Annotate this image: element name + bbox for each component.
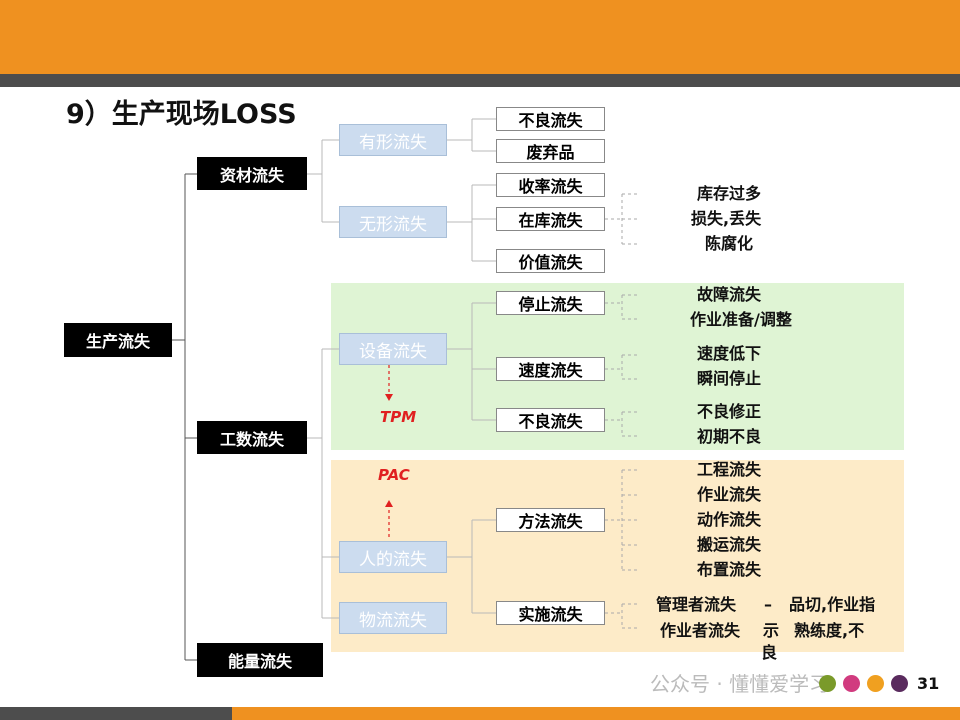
- production-loss-node: 生产流失: [64, 323, 172, 357]
- intangible-loss-node: 无形流失: [339, 206, 447, 238]
- waste-node: 废弃品: [496, 139, 605, 163]
- page-number: 31: [917, 674, 940, 693]
- logistics-loss-node: 物流流失: [339, 602, 447, 634]
- detail-implement-right-1: 品切,作业指: [789, 595, 876, 614]
- detail-implement-mid-2: 良: [761, 643, 778, 662]
- energy-loss-node: 能量流失: [197, 643, 323, 677]
- detail-method-2: 作业流失: [697, 485, 762, 504]
- dot-pink: [843, 675, 860, 692]
- detail-speed-1: 速度低下: [697, 344, 762, 363]
- detail-method-5: 布置流失: [697, 560, 762, 579]
- detail-implement-left-1: 管理者流失: [656, 595, 737, 614]
- equipment-loss-node: 设备流失: [339, 333, 447, 365]
- detail-defect-2: 初期不良: [697, 427, 762, 446]
- detail-method-4: 搬运流失: [697, 535, 762, 554]
- yield-loss-node: 收率流失: [496, 173, 605, 197]
- human-loss-node: 人的流失: [339, 541, 447, 573]
- speed-loss-node: 速度流失: [496, 357, 605, 381]
- detail-method-3: 动作流失: [697, 510, 762, 529]
- method-loss-node: 方法流失: [496, 508, 605, 532]
- detail-stock-1: 库存过多: [697, 184, 762, 203]
- detail-speed-2: 瞬间停止: [697, 369, 762, 388]
- detail-implement-dash: –: [764, 595, 772, 614]
- dot-purple: [891, 675, 908, 692]
- detail-stock-3: 陈腐化: [705, 234, 754, 253]
- detail-stop-2: 作业准备/调整: [690, 310, 792, 329]
- pac-label: PAC: [378, 466, 410, 484]
- stock-loss-node: 在库流失: [496, 207, 605, 231]
- dot-green: [819, 675, 836, 692]
- labor-loss-node: 工数流失: [197, 421, 307, 454]
- stop-loss-node: 停止流失: [496, 291, 605, 315]
- dot-orange: [867, 675, 884, 692]
- detail-implement-right-2: 熟练度,不: [794, 621, 865, 640]
- defect-loss-node: 不良流失: [496, 408, 605, 432]
- detail-stock-2: 损失,丢失: [691, 209, 762, 228]
- detail-defect-1: 不良修正: [697, 402, 762, 421]
- tangible-loss-node: 有形流失: [339, 124, 447, 156]
- value-loss-node: 价值流失: [496, 249, 605, 273]
- watermark-text: 公众号 · 懂懂爱学习: [650, 672, 830, 696]
- detail-implement-left-2: 作业者流失: [660, 621, 741, 640]
- detail-method-1: 工程流失: [697, 460, 762, 479]
- implementation-loss-node: 实施流失: [496, 601, 605, 625]
- material-loss-node: 资材流失: [197, 157, 307, 190]
- detail-stop-1: 故障流失: [697, 285, 762, 304]
- bad-loss-node: 不良流失: [496, 107, 605, 131]
- tpm-label: TPM: [380, 408, 417, 426]
